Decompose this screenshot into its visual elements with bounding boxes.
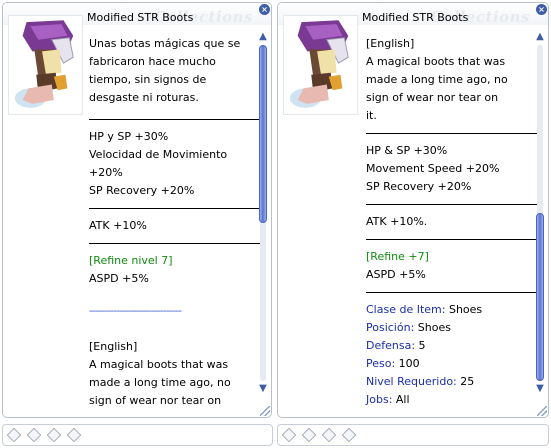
desc-line: A magical boots that was: [366, 55, 506, 68]
window-title: Modified STR Boots: [87, 11, 194, 24]
card-slot-icon[interactable]: [301, 427, 317, 443]
boots-image: [14, 20, 74, 108]
property-row: Clase de Item: Shoes: [366, 301, 534, 319]
divider: [89, 208, 261, 209]
divider: [89, 119, 261, 120]
property-value: All: [392, 393, 410, 406]
property-value: 5: [415, 339, 426, 352]
desc-line: sign of wear nor tear on: [89, 394, 222, 407]
refine-bonus: ASPD +5%: [89, 272, 149, 285]
property-label: Nivel Requerido:: [366, 375, 457, 388]
desc-line: Unas botas mágicas que se: [89, 37, 241, 50]
window-title: Modified STR Boots: [362, 11, 469, 24]
property-row: Posición: Shoes: [366, 319, 534, 337]
desc-line: sign of wear nor tear on: [366, 91, 499, 104]
desc-line: A magical boots that was: [89, 358, 229, 371]
desc-line: fabricaron hace mucho: [89, 55, 216, 68]
divider: [366, 239, 538, 240]
arrow-up-icon[interactable]: ▲: [534, 31, 546, 43]
item-illustration: [8, 15, 83, 115]
card-slot-icon[interactable]: [26, 427, 42, 443]
stat-line: +20%: [89, 166, 123, 179]
card-slot-icon[interactable]: [341, 427, 357, 443]
card-slot-bar: [277, 424, 549, 446]
property-label: Jobs:: [366, 393, 393, 406]
desc-line: it.: [366, 109, 377, 122]
close-icon[interactable]: ×: [536, 4, 547, 15]
divider: [366, 292, 538, 293]
vertical-scrollbar[interactable]: ▲ ▼: [257, 31, 269, 405]
close-icon[interactable]: ×: [259, 4, 270, 15]
divider: [366, 204, 538, 205]
stat-line: Velocidad de Movimiento: [89, 148, 228, 161]
card-slot-icon[interactable]: [66, 427, 82, 443]
desc-line: desgaste ni roturas.: [89, 91, 199, 104]
desc-line: made a long time ago, no: [89, 376, 231, 389]
scroll-thumb[interactable]: [536, 213, 544, 381]
resize-grip-icon[interactable]: [260, 406, 270, 416]
refine-bonus: ASPD +5%: [366, 268, 426, 281]
item-description-window-right: Collections Modified STR Boots × [Englis…: [277, 2, 549, 418]
divider: [89, 243, 261, 244]
property-value: 100: [395, 357, 420, 370]
dashed-separator: -------------------------------: [89, 304, 182, 317]
desc-line: tiempo, sin signos de: [89, 73, 207, 86]
property-label: Defensa:: [366, 339, 416, 352]
property-value: Shoes: [414, 321, 451, 334]
property-value: Shoes: [445, 303, 483, 316]
atk-line: ATK +10%: [89, 219, 147, 232]
stat-line: HP & SP +30%: [366, 144, 448, 157]
atk-line: ATK +10%.: [366, 215, 428, 228]
divider: [366, 133, 538, 134]
card-slot-icon[interactable]: [46, 427, 62, 443]
stat-line: SP Recovery +20%: [366, 180, 472, 193]
property-row: Nivel Requerido: 25: [366, 373, 534, 391]
property-row: Jobs: All: [366, 391, 534, 409]
card-slot-bar: [2, 424, 273, 446]
boots-image: [289, 20, 349, 108]
scroll-thumb[interactable]: [259, 45, 267, 223]
property-row: Defensa: 5: [366, 337, 534, 355]
refine-label: [Refine +7]: [366, 250, 429, 263]
desc-line: made a long time ago, no: [366, 73, 508, 86]
item-illustration: [283, 15, 358, 115]
card-slot-icon[interactable]: [321, 427, 337, 443]
arrow-down-icon[interactable]: ▼: [257, 383, 269, 395]
property-value: 25: [456, 375, 475, 388]
property-label: Peso:: [366, 357, 396, 370]
stat-line: Movement Speed +20%: [366, 162, 500, 175]
item-description: Unas botas mágicas que se fabricaron hac…: [89, 35, 261, 410]
english-header: [English]: [366, 37, 415, 50]
stat-line: HP y SP +30%: [89, 130, 169, 143]
stat-line: SP Recovery +20%: [89, 184, 195, 197]
item-description-window-left: Collections Modified STR Boots × Unas bo…: [2, 2, 272, 418]
property-label: Clase de Item:: [366, 303, 446, 316]
item-description: [English] A magical boots that was made …: [366, 35, 538, 409]
property-row: Peso: 100: [366, 355, 534, 373]
card-slot-icon[interactable]: [6, 427, 22, 443]
card-slot-icon[interactable]: [281, 427, 297, 443]
property-label: Posición:: [366, 321, 415, 334]
arrow-up-icon[interactable]: ▲: [257, 31, 269, 43]
refine-label: [Refine nivel 7]: [89, 254, 173, 267]
resize-grip-icon[interactable]: [537, 406, 547, 416]
arrow-down-icon[interactable]: ▼: [534, 383, 546, 395]
vertical-scrollbar[interactable]: ▲ ▼: [534, 31, 546, 405]
english-header: [English]: [89, 340, 138, 353]
